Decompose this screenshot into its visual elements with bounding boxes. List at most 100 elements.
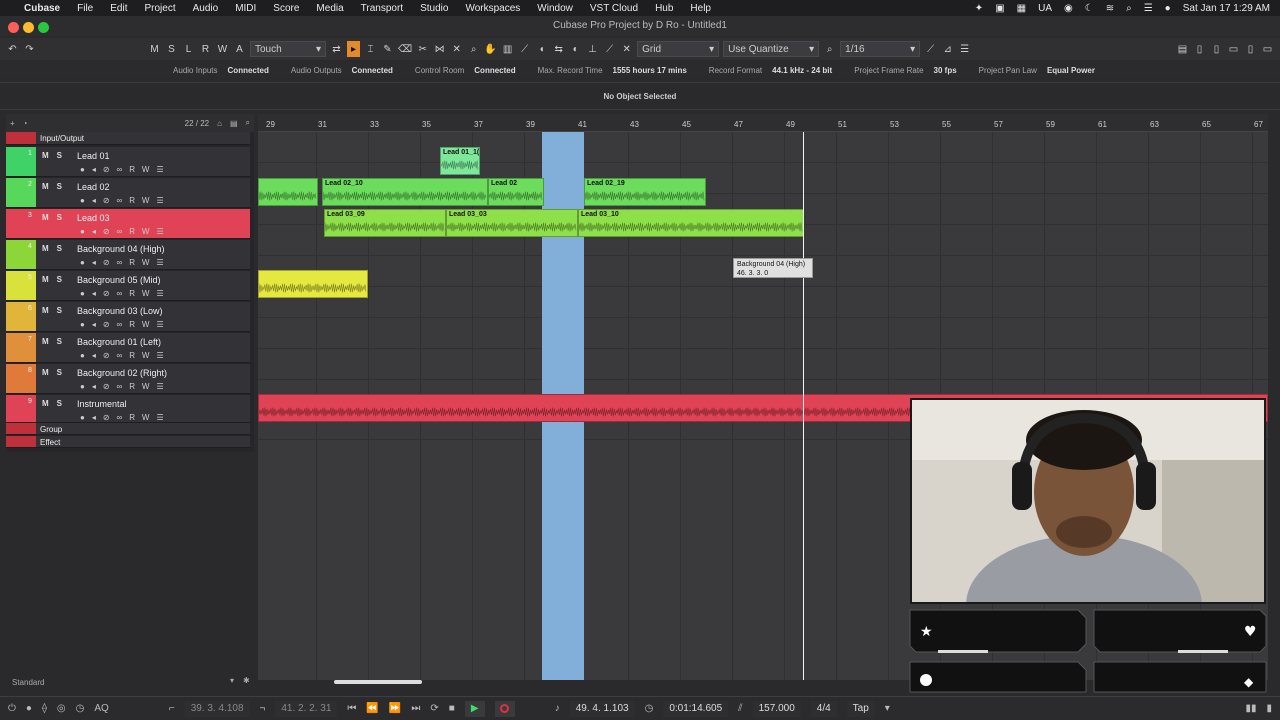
track-color-strip[interactable]: 8 xyxy=(6,364,36,393)
zoom-tool-icon[interactable]: ⌕ xyxy=(467,41,480,57)
search-icon[interactable]: ⌕ xyxy=(1126,3,1132,14)
audio-event[interactable]: Lead 03_09 xyxy=(324,209,446,237)
play-button[interactable]: ▶ xyxy=(464,700,485,717)
record-button[interactable] xyxy=(494,700,515,717)
track-controls[interactable]: ●◂⊘∞RW☰ xyxy=(80,320,171,329)
play-tool-icon[interactable]: ◖ xyxy=(535,41,548,57)
tap-tempo-button[interactable]: Tap xyxy=(846,700,875,717)
menu-file[interactable]: File xyxy=(77,3,93,14)
workspace-name[interactable]: Standard xyxy=(12,678,44,687)
siri-icon[interactable]: ● xyxy=(1165,3,1171,14)
snap-type-select[interactable]: Grid ▾ xyxy=(637,41,720,57)
cpu-meter-icon[interactable]: ▮▮ xyxy=(1245,703,1256,714)
audio-event[interactable]: Lead 02_19 xyxy=(584,178,706,206)
lower-zone-icon[interactable]: ▭ xyxy=(1227,41,1240,57)
write-all-button[interactable]: W xyxy=(216,41,229,57)
mute-solo-buttons[interactable]: MS xyxy=(42,368,70,377)
snap-toggle-icon[interactable]: ⟋ xyxy=(603,41,616,57)
quantize-apply-icon[interactable]: ⊿ xyxy=(941,41,954,57)
track-color-strip[interactable]: 1 xyxy=(6,147,36,176)
track-row[interactable]: Input/Output xyxy=(6,132,250,145)
track-controls[interactable]: ●◂⊘∞RW☰ xyxy=(80,382,171,391)
left-zone-icon[interactable]: ▯ xyxy=(1193,41,1206,57)
track-color-strip[interactable]: 2 xyxy=(6,178,36,207)
menu-studio[interactable]: Studio xyxy=(420,3,448,14)
track-row[interactable]: 3 Lead 03 MS ●◂⊘∞RW☰ xyxy=(6,209,250,239)
max-record-value[interactable]: 1555 hours 17 mins xyxy=(613,66,687,75)
track-color-strip[interactable]: 4 xyxy=(6,240,36,269)
menu-vst-cloud[interactable]: VST Cloud xyxy=(590,3,638,14)
mute-solo-buttons[interactable]: MS xyxy=(42,337,70,346)
level-meter-icon[interactable]: ▮ xyxy=(1266,703,1272,714)
position-bars[interactable]: 49. 4. 1.103 xyxy=(569,700,635,717)
control-center-icon[interactable]: ☰ xyxy=(1144,3,1153,14)
wifi-icon[interactable]: ≋ xyxy=(1106,3,1114,14)
track-row[interactable]: Effect xyxy=(6,436,250,448)
time-display-icon[interactable]: ◷ xyxy=(645,703,654,714)
menu-media[interactable]: Media xyxy=(316,3,343,14)
glue-icon[interactable]: ⋈ xyxy=(433,41,446,57)
track-color-strip[interactable]: 6 xyxy=(6,302,36,331)
track-controls[interactable]: ●◂⊘∞RW☰ xyxy=(80,227,171,236)
erase-icon[interactable]: ⌫ xyxy=(398,41,412,57)
draw-icon[interactable]: ✎ xyxy=(381,41,394,57)
track-controls[interactable]: ●◂⊘∞RW☰ xyxy=(80,351,171,360)
menubar-clock[interactable]: Sat Jan 17 1:29 AM xyxy=(1183,3,1270,14)
track-controls[interactable]: ●◂⊘∞RW☰ xyxy=(80,413,171,422)
mute-solo-buttons[interactable]: MS xyxy=(42,151,70,160)
track-name[interactable]: Effect xyxy=(40,438,60,447)
horizontal-scrollbar[interactable] xyxy=(334,680,422,684)
settings-icon[interactable]: ✱ xyxy=(243,676,250,685)
cycle-icon[interactable]: ⟳ xyxy=(430,703,438,714)
left-locator[interactable]: 39. 3. 4.108 xyxy=(184,700,250,717)
comp-icon[interactable]: ▥ xyxy=(501,41,514,57)
screen-mirror-icon[interactable]: ▣ xyxy=(995,3,1004,14)
forward-icon[interactable]: ⏩ xyxy=(389,703,401,714)
autoscroll-icon[interactable]: ⇄ xyxy=(330,41,343,57)
tempo-track-icon[interactable]: ⫽ xyxy=(738,703,742,714)
record-status-icon[interactable]: ◉ xyxy=(1064,3,1073,14)
punch-icon[interactable]: ⟠ xyxy=(42,703,47,714)
frame-rate-value[interactable]: 30 fps xyxy=(934,66,957,75)
quantize-panel-icon[interactable]: ☰ xyxy=(958,41,971,57)
track-row[interactable]: 1 Lead 01 MS ●◂⊘∞RW☰ xyxy=(6,147,250,177)
menu-transport[interactable]: Transport xyxy=(361,3,403,14)
track-name[interactable]: Input/Output xyxy=(40,134,84,143)
track-controls[interactable]: ●◂⊘∞RW☰ xyxy=(80,258,171,267)
track-row[interactable]: 2 Lead 02 MS ●◂⊘∞RW☰ xyxy=(6,178,250,208)
audio-event[interactable] xyxy=(258,178,318,206)
track-presets-icon[interactable]: ◔ xyxy=(23,119,28,128)
layout-icon[interactable]: ▤ xyxy=(1176,41,1189,57)
power-icon[interactable]: ⏻ xyxy=(8,703,16,714)
menu-edit[interactable]: Edit xyxy=(110,3,127,14)
track-row[interactable]: Group xyxy=(6,423,250,435)
quantize-icon[interactable]: ⌕ xyxy=(823,41,836,57)
mute-solo-buttons[interactable]: MS xyxy=(42,399,70,408)
input-language[interactable]: UA xyxy=(1038,3,1052,14)
rewind-icon[interactable]: ⏪ xyxy=(366,703,378,714)
menu-hub[interactable]: Hub xyxy=(655,3,673,14)
undo-icon[interactable]: ↶ xyxy=(6,41,19,57)
track-row[interactable]: 9 Instrumental MS ●◂⊘∞RW☰ xyxy=(6,395,250,423)
track-search-icon[interactable]: ⌕ xyxy=(246,118,250,128)
track-color-strip[interactable]: 7 xyxy=(6,333,36,362)
mute-all-button[interactable]: M xyxy=(148,41,161,57)
menu-audio[interactable]: Audio xyxy=(193,3,219,14)
right-zone-icon[interactable]: ▯ xyxy=(1244,41,1257,57)
mute-solo-buttons[interactable]: MS xyxy=(42,213,70,222)
track-color-strip[interactable] xyxy=(6,436,36,447)
moon-icon[interactable]: ☾ xyxy=(1085,3,1094,14)
mute-solo-buttons[interactable]: MS xyxy=(42,306,70,315)
chevron-down-icon[interactable]: ▾ xyxy=(230,676,234,685)
control-room-status[interactable]: Connected xyxy=(474,66,515,75)
mute-solo-buttons[interactable]: MS xyxy=(42,275,70,284)
track-color-strip[interactable]: 9 xyxy=(6,395,36,422)
menu-window[interactable]: Window xyxy=(537,3,573,14)
metronome-mode-icon[interactable]: ◎ xyxy=(57,703,66,714)
track-name[interactable]: Lead 03 xyxy=(77,213,110,223)
mute-solo-buttons[interactable]: MS xyxy=(42,182,70,191)
track-controls[interactable]: ●◂⊘∞RW☰ xyxy=(80,165,171,174)
menu-app[interactable]: Cubase xyxy=(24,3,60,14)
position-time[interactable]: 0:01:14.605 xyxy=(663,700,729,717)
track-color-strip[interactable]: 3 xyxy=(6,209,36,238)
